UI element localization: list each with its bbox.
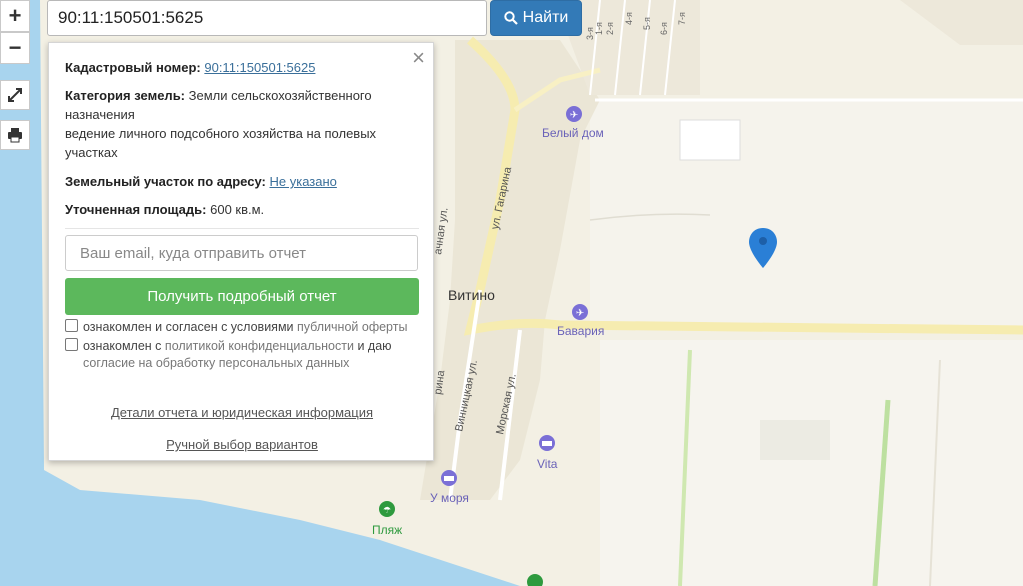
public-offer-link[interactable]: публичной оферты [297, 320, 407, 334]
cadastral-label: Кадастровый номер: [65, 60, 201, 75]
svg-text:✈: ✈ [576, 308, 584, 319]
privacy-policy-link[interactable]: политикой конфиденциальности [165, 339, 354, 353]
manual-row: Ручной выбор вариантов [49, 437, 435, 452]
category-use: ведение личного подсобного хозяйства на … [65, 126, 377, 160]
email-field[interactable] [65, 235, 418, 271]
cadastral-search-input[interactable] [47, 0, 487, 36]
map-label-row-5: 5-я [642, 17, 652, 30]
map-label-belyi-dom: Белый дом [542, 126, 604, 140]
map-label-bavariya: Бавария [557, 324, 604, 338]
consent-privacy: ознакомлен с политикой конфиденциальност… [65, 338, 419, 372]
cadastral-number-link[interactable]: 90:11:150501:5625 [204, 60, 315, 75]
close-icon[interactable]: × [412, 47, 425, 69]
manual-selection-link[interactable]: Ручной выбор вариантов [166, 437, 318, 452]
consent-offer-text: ознакомлен и согласен с условиями [83, 320, 294, 334]
search-button[interactable]: Найти [490, 0, 582, 36]
map-label-village: Витино [448, 287, 495, 303]
poi-u-morya-icon[interactable] [441, 470, 457, 486]
search-icon [503, 11, 518, 25]
fullscreen-button[interactable] [0, 80, 30, 110]
consent-privacy-rest: и даю [357, 339, 392, 353]
poi-vita-icon[interactable] [539, 435, 555, 451]
svg-text:☂: ☂ [383, 506, 391, 516]
area-value: 600 кв.м. [210, 202, 265, 217]
map-label-plyazh: Пляж [372, 523, 402, 537]
svg-text:✈: ✈ [570, 110, 578, 121]
details-row: Детали отчета и юридическая информация [49, 405, 435, 420]
zoom-out-button[interactable]: − [0, 32, 30, 64]
report-details-link[interactable]: Детали отчета и юридическая информация [111, 405, 373, 420]
parcel-info-panel: × Кадастровый номер: 90:11:150501:5625 К… [48, 42, 434, 461]
get-report-button[interactable]: Получить подробный отчет [65, 278, 419, 315]
poi-plyazh-icon[interactable]: ☂ [379, 501, 395, 517]
cadastral-row: Кадастровый номер: 90:11:150501:5625 [65, 58, 405, 77]
personal-data-consent-link[interactable]: согласие на обработку персональных данны… [83, 356, 349, 370]
poi-belyi-dom-icon[interactable]: ✈ [566, 106, 582, 122]
map-label-row-6: 6-я [659, 22, 669, 35]
area-label: Уточненная площадь: [65, 202, 207, 217]
poi-bavariya-icon[interactable]: ✈ [572, 304, 588, 320]
map-label-row-7: 7-я [677, 12, 687, 25]
map-label-row-1: 1-я [594, 22, 604, 35]
address-value-link[interactable]: Не указано [269, 174, 336, 189]
map-label-vita: Vita [537, 457, 558, 471]
print-button[interactable] [0, 120, 30, 150]
map-label-row-4: 4-я [624, 12, 634, 25]
map-label-u-morya: У моря [430, 491, 469, 505]
area-row: Уточненная площадь: 600 кв.м. [65, 200, 405, 219]
map-label-row-3: 3-я [585, 27, 595, 40]
printer-icon [8, 128, 22, 143]
category-row: Категория земель: Земли сельскохозяйстве… [65, 86, 405, 162]
consent-offer: ознакомлен и согласен с условиями публич… [65, 319, 419, 336]
offer-checkbox[interactable] [65, 319, 78, 332]
search-button-label: Найти [522, 9, 569, 26]
address-row: Земельный участок по адресу: Не указано [65, 172, 405, 191]
zoom-in-button[interactable]: + [0, 0, 30, 32]
consent-privacy-text: ознакомлен с [83, 339, 162, 353]
map-label-row-2: 2-я [605, 22, 615, 35]
divider [65, 228, 419, 229]
privacy-checkbox[interactable] [65, 338, 78, 351]
expand-icon [8, 88, 22, 102]
category-label: Категория земель: [65, 88, 186, 103]
address-label: Земельный участок по адресу: [65, 174, 266, 189]
